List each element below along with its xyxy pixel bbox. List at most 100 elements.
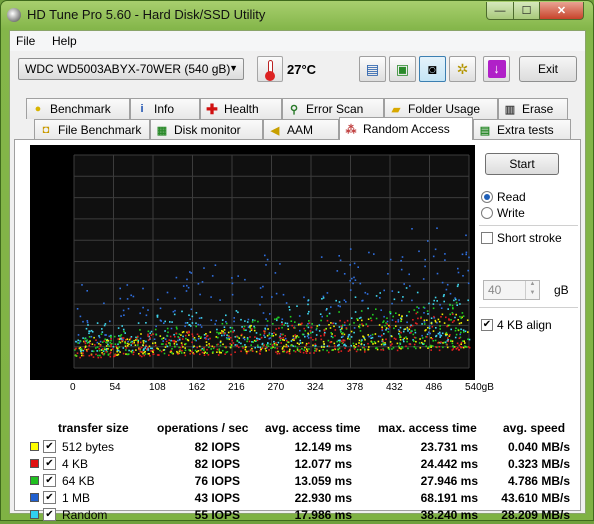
data-point [145, 348, 148, 350]
data-point [194, 349, 197, 352]
data-point [121, 325, 123, 327]
data-point [439, 336, 441, 338]
data-point [203, 267, 205, 269]
data-point [400, 259, 402, 262]
data-point [344, 347, 346, 349]
tab-aam[interactable]: ◀ AAM [263, 119, 339, 140]
series-checkbox[interactable]: ✔ [43, 457, 56, 470]
data-point [398, 314, 400, 316]
menu-file[interactable]: File [16, 34, 35, 48]
data-point [362, 335, 364, 338]
data-point [238, 337, 241, 339]
spin-down-icon[interactable]: ▼ [525, 290, 539, 299]
data-point [116, 347, 118, 349]
data-point [333, 342, 336, 345]
maximize-button[interactable]: ☐ [513, 2, 540, 20]
data-point [96, 346, 99, 348]
options-button[interactable]: ✲ [449, 56, 476, 82]
data-point [391, 343, 393, 345]
series-checkbox[interactable]: ✔ [43, 474, 56, 487]
data-point [174, 309, 176, 312]
data-point [350, 317, 353, 319]
data-point [126, 284, 129, 286]
data-point [150, 330, 153, 333]
data-point [411, 228, 413, 230]
exit-button[interactable]: Exit [519, 56, 577, 82]
short-stroke-checkbox[interactable] [481, 232, 493, 244]
data-point [184, 349, 187, 352]
data-point [142, 306, 144, 309]
menu-help[interactable]: Help [52, 34, 77, 48]
data-point [439, 328, 441, 330]
align-checkbox[interactable]: ✔ [481, 319, 493, 331]
data-point [105, 345, 108, 347]
data-point [343, 333, 346, 336]
transfer-size-label: 4 KB [62, 457, 89, 471]
data-point [455, 301, 458, 304]
thermometer-icon[interactable] [257, 56, 283, 82]
data-point [122, 352, 125, 355]
tab-benchmark[interactable]: ● Benchmark [26, 98, 130, 119]
data-point [86, 339, 88, 341]
data-point [133, 341, 135, 344]
copy-info-button[interactable]: ▤ [359, 56, 386, 82]
read-radio[interactable] [481, 191, 493, 203]
series-checkbox[interactable]: ✔ [43, 491, 56, 504]
data-point [228, 338, 231, 341]
short-stroke-spinner[interactable]: 40 ▲ ▼ [483, 280, 540, 300]
data-point [387, 328, 390, 330]
data-point [446, 325, 448, 328]
close-button[interactable]: ✕ [539, 2, 584, 20]
data-point [440, 341, 442, 343]
series-checkbox[interactable]: ✔ [43, 440, 56, 453]
tab-erase[interactable]: ▥ Erase [498, 98, 568, 119]
data-point [266, 258, 269, 261]
title-bar[interactable]: HD Tune Pro 5.60 - Hard Disk/SSD Utility… [1, 1, 593, 29]
data-point [276, 344, 278, 346]
save-button[interactable]: ↓ [483, 56, 510, 82]
tab-extra-tests[interactable]: ▤ Extra tests [473, 119, 571, 140]
screenshot-button[interactable]: ◙ [419, 56, 446, 82]
data-point [429, 344, 432, 347]
data-point [367, 348, 370, 351]
data-point [108, 335, 111, 338]
copy-screenshot-button[interactable]: ▣ [389, 56, 416, 82]
data-point [315, 337, 317, 340]
tab-error-scan[interactable]: ⚲ Error Scan [282, 98, 384, 119]
data-point [178, 338, 181, 341]
tab-health[interactable]: ✚ Health [200, 98, 282, 119]
data-point [361, 339, 363, 341]
data-point [373, 341, 376, 343]
data-point [334, 347, 336, 350]
tab-folder-usage[interactable]: ▰ Folder Usage [384, 98, 498, 119]
tab-disk-monitor[interactable]: ▦ Disk monitor [150, 119, 263, 140]
lightbulb-icon: ● [34, 103, 42, 115]
data-point [458, 337, 461, 339]
drive-select[interactable]: WDC WD5003ABYX-70WER (540 gB) ▼ [18, 58, 244, 80]
write-radio[interactable] [481, 207, 493, 219]
data-point [210, 319, 213, 321]
minimize-button[interactable]: — [486, 2, 514, 20]
short-stroke-label: Short stroke [497, 231, 562, 245]
spin-up-icon[interactable]: ▲ [525, 281, 539, 290]
data-point [353, 276, 355, 279]
data-point [406, 328, 409, 330]
start-button[interactable]: Start [485, 153, 559, 175]
tab-random-access[interactable]: ⁂ Random Access [339, 117, 473, 140]
data-point [308, 310, 310, 313]
tab-file-benchmark[interactable]: ◘ File Benchmark [34, 119, 150, 140]
series-checkbox[interactable]: ✔ [43, 508, 56, 521]
data-point [401, 299, 403, 302]
data-point [315, 327, 318, 330]
data-point [399, 326, 402, 329]
data-point [181, 310, 183, 313]
data-point [458, 344, 461, 347]
data-point [231, 293, 234, 296]
data-point [446, 283, 449, 286]
data-point [367, 325, 369, 328]
result-row: ✔ 64 KB 76 IOPS 13.059 ms 27.946 ms 4.786 MB/… [30, 473, 575, 490]
data-point [173, 341, 176, 343]
tab-info[interactable]: i Info [130, 98, 200, 119]
data-point [203, 349, 205, 351]
data-point [103, 302, 105, 305]
